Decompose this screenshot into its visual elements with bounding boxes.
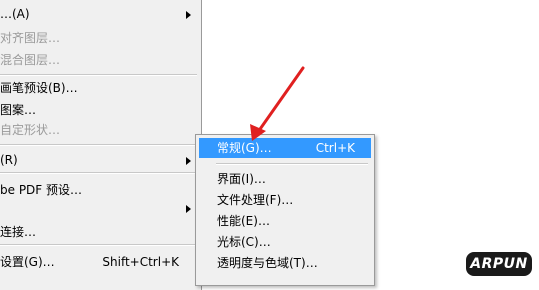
watermark-logo: ARPUN	[466, 252, 532, 276]
annotation-arrow-icon	[250, 66, 305, 141]
